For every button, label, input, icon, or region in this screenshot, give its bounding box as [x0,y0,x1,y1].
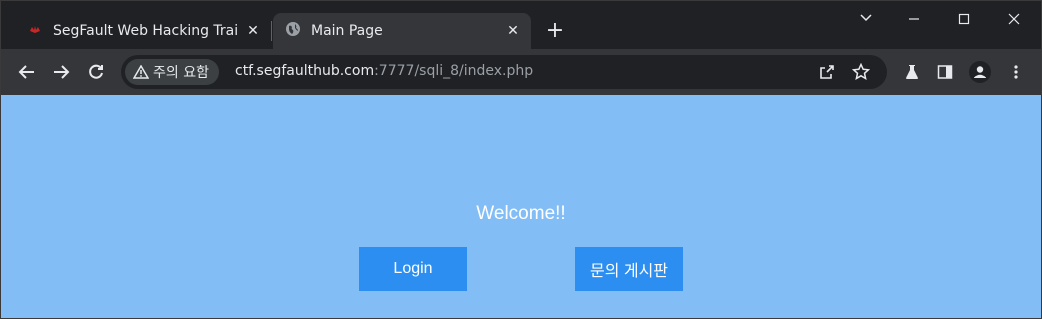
tab-main-page[interactable]: Main Page ✕ [273,13,531,49]
arrow-left-icon [18,65,34,79]
share-icon [820,65,834,79]
side-panel-icon [937,65,953,79]
tab-title: Main Page [311,23,383,39]
page-content: Welcome!! Login 문의 게시판 [1,95,1041,318]
close-icon [1008,13,1020,25]
tab-divider [271,21,272,41]
warning-icon [133,65,149,79]
browser-toolbar: 주의 요함 ctf.segfaulthub.com:7777/sqli_8/in… [1,49,1041,95]
welcome-heading: Welcome!! [476,203,566,224]
reload-button[interactable] [82,58,110,86]
globe-icon [285,21,301,41]
minimize-icon [909,18,919,20]
bookmark-button[interactable] [847,58,875,86]
labs-button[interactable] [898,58,926,86]
url-host: ctf.segfaulthub.com [235,63,375,79]
avatar-icon [969,61,991,83]
security-label: 주의 요함 [153,65,209,81]
more-vertical-icon [1014,65,1018,79]
menu-button[interactable] [1002,58,1030,86]
flask-icon [906,65,918,79]
security-chip[interactable]: 주의 요함 [125,59,219,85]
new-tab-button[interactable]: + [541,17,569,45]
maximize-button[interactable] [941,7,987,35]
segfault-icon [27,21,43,41]
side-panel-button[interactable] [931,58,959,86]
minimize-button[interactable] [891,7,937,35]
address-bar[interactable]: 주의 요함 ctf.segfaulthub.com:7777/sqli_8/in… [121,55,887,89]
share-button[interactable] [813,58,841,86]
profile-button[interactable] [966,58,994,86]
arrow-right-icon [54,65,70,79]
tab-title: SegFault Web Hacking Trai [53,23,239,39]
url-path: :7777/sqli_8/index.php [374,63,534,79]
window-close-button[interactable] [991,7,1037,35]
inquiry-board-button[interactable]: 문의 게시판 [575,247,683,291]
tab-segfault[interactable]: SegFault Web Hacking Trai ✕ [15,13,271,49]
reload-icon [89,64,103,79]
back-button[interactable] [13,58,41,86]
login-button[interactable]: Login [359,247,467,291]
browser-window: SegFault Web Hacking Trai ✕ Main Page ✕ … [0,0,1042,319]
tab-strip: SegFault Web Hacking Trai ✕ Main Page ✕ … [1,1,1041,49]
tab-close-icon[interactable]: ✕ [241,23,265,39]
tab-close-icon[interactable]: ✕ [501,23,525,39]
tab-search-button[interactable] [843,7,889,35]
forward-button[interactable] [47,58,75,86]
maximize-icon [958,13,970,25]
url-text[interactable]: ctf.segfaulthub.com:7777/sqli_8/index.ph… [235,63,533,79]
chevron-down-icon [860,14,872,22]
star-icon [852,63,870,81]
